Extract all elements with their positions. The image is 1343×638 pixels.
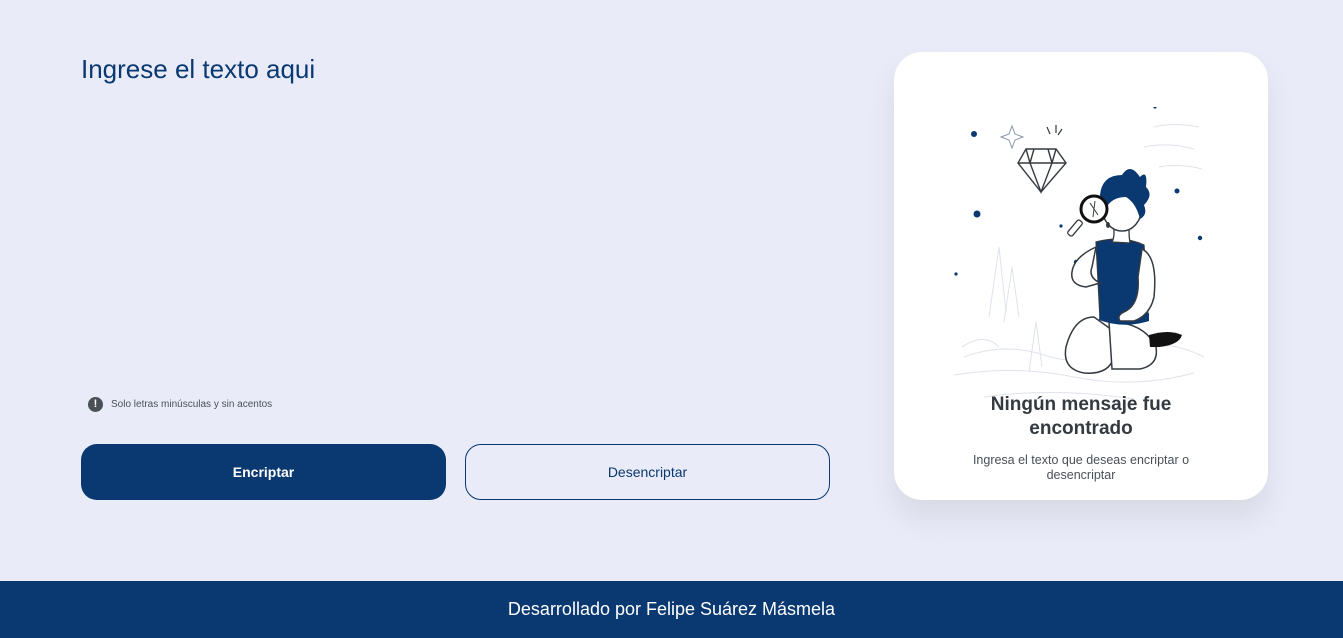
app-page: ! Solo letras minúsculas y sin acentos E… [0,0,1343,638]
decrypt-button[interactable]: Desencriptar [465,444,830,500]
footer: Desarrollado por Felipe Suárez Másmela [0,581,1343,638]
hint-text: Solo letras minúsculas y sin acentos [111,399,273,410]
encrypt-button[interactable]: Encriptar [81,444,446,500]
input-hint: ! Solo letras minúsculas y sin acentos [88,397,272,412]
text-input[interactable] [81,52,830,382]
person-with-magnifying-glass-illustration [953,107,1205,400]
result-title: Ningún mensaje fue encontrado [990,394,1172,439]
footer-credit: Desarrollado por Felipe Suárez Másmela [507,599,836,619]
result-subtitle: Ingresa el texto que deseas encriptar o … [972,453,1190,482]
result-panel: Ningún mensaje fue encontrado Ingresa el… [894,52,1268,500]
exclamation-icon: ! [88,397,103,412]
